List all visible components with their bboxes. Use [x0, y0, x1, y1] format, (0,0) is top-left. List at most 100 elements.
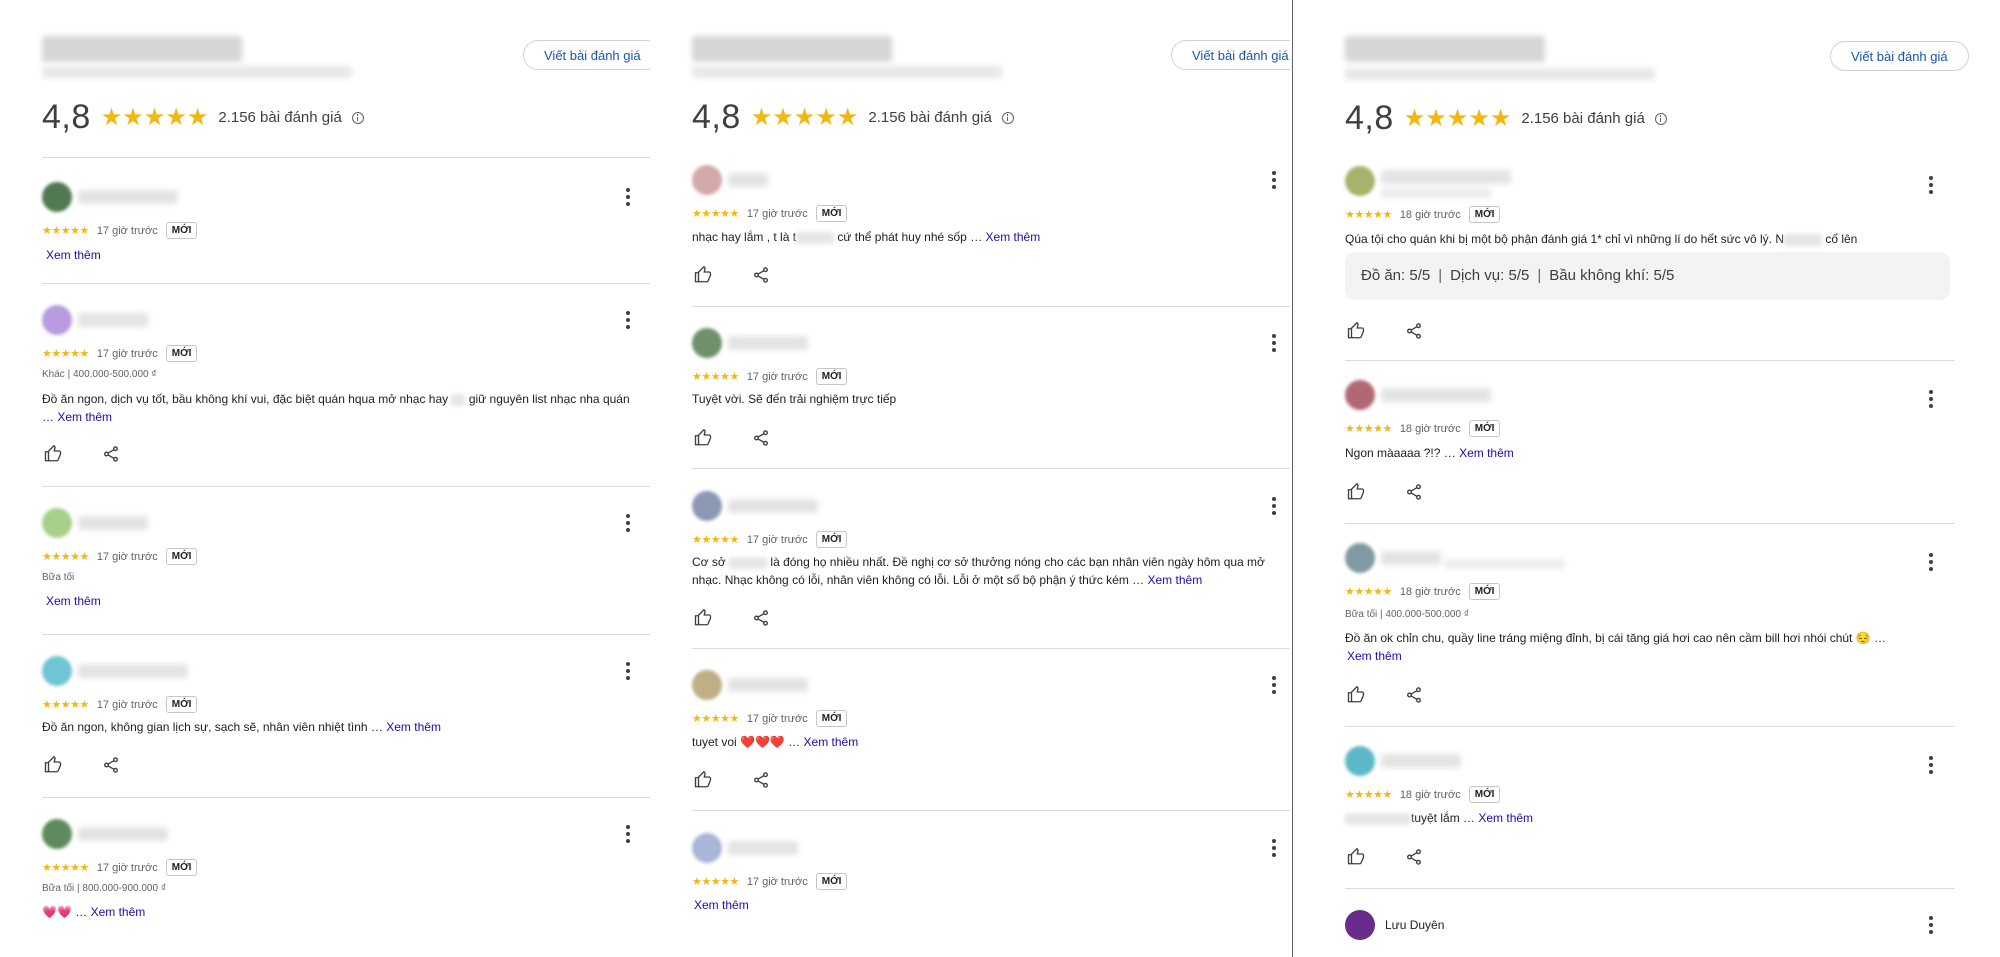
reviewer-name[interactable]: Lưu Duyên [1385, 918, 1444, 932]
review-tag: Bữa tối | 400.000-500.000 ₫ [1345, 609, 1469, 620]
reviewer-avatar[interactable] [692, 165, 722, 195]
like-icon[interactable] [1347, 322, 1365, 340]
review-item: ★★★★★ 17 giờ trước MỚI Tuyệt vời. Sẽ đến… [692, 328, 1290, 458]
more-options-icon[interactable] [626, 662, 630, 680]
reviewer-avatar[interactable] [1345, 380, 1375, 410]
more-options-icon[interactable] [626, 311, 630, 329]
like-icon[interactable] [1347, 483, 1365, 501]
like-icon[interactable] [694, 771, 712, 789]
more-options-icon[interactable] [1272, 334, 1276, 352]
reviewer-avatar[interactable] [692, 491, 722, 521]
more-options-icon[interactable] [1272, 839, 1276, 857]
new-badge: MỚI [815, 205, 848, 222]
info-icon[interactable] [1654, 112, 1667, 125]
review-item: ★★★★★ 18 giờ trước MỚI tuyệt lắm … Xem t… [1345, 746, 1955, 876]
review-text: Cơ sở là đóng họ nhiều nhất. Đề nghị cơ … [692, 555, 1265, 587]
more-options-icon[interactable] [626, 825, 630, 843]
more-options-icon[interactable] [1929, 756, 1933, 774]
like-icon[interactable] [1347, 686, 1365, 704]
info-icon[interactable] [351, 111, 364, 124]
reviewer-avatar[interactable] [1345, 166, 1375, 196]
share-icon[interactable] [752, 266, 770, 284]
see-more-link[interactable]: Xem thêm [804, 735, 859, 749]
review-item: ★★★★★ 17 giờ trước MỚI Khác | 400.000-50… [42, 305, 652, 475]
write-review-button[interactable]: Viết bài đánh giá [1830, 41, 1969, 71]
see-more-link[interactable]: Xem thêm [1347, 649, 1402, 663]
average-score: 4,8 [42, 98, 91, 136]
see-more-link[interactable]: Xem thêm [57, 410, 112, 424]
more-options-icon[interactable] [1929, 390, 1933, 408]
write-review-button[interactable]: Viết bài đánh giá [523, 40, 660, 70]
share-icon[interactable] [1405, 686, 1423, 704]
review-text: tuyệt lắm … Xem thêm [1345, 809, 1533, 827]
like-icon[interactable] [1347, 848, 1365, 866]
like-icon[interactable] [694, 609, 712, 627]
divider [1345, 726, 1955, 727]
review-stars: ★★★★★ [42, 862, 89, 874]
review-text: Đồ ăn ngon, không gian lịch sự, sạch sẽ,… [42, 720, 441, 734]
see-more-link[interactable]: Xem thêm [91, 905, 146, 919]
like-icon[interactable] [694, 266, 712, 284]
review-text: Đồ ăn ngon, dịch vụ tốt, bầu không khí v… [42, 392, 630, 424]
reviewer-avatar[interactable] [692, 670, 722, 700]
review-count: 2.156 bài đánh giá [218, 109, 342, 126]
reviewer-avatar[interactable] [42, 305, 72, 335]
see-more-link[interactable]: Xem thêm [1478, 811, 1533, 825]
food-rating: Đồ ăn: 5/5 [1361, 267, 1431, 284]
place-name-redacted [692, 36, 892, 62]
more-options-icon[interactable] [1929, 916, 1933, 934]
review-time: 18 giờ trước [1399, 788, 1461, 801]
reviewer-avatar[interactable] [42, 508, 72, 538]
see-more-link[interactable]: Xem thêm [694, 898, 749, 912]
reviewer-avatar[interactable] [1345, 543, 1375, 573]
reviewer-avatar[interactable] [1345, 910, 1375, 940]
divider [1345, 888, 1955, 889]
like-icon[interactable] [694, 429, 712, 447]
info-icon[interactable] [1001, 111, 1014, 124]
reviewer-avatar[interactable] [692, 328, 722, 358]
review-item: ★★★★★ 18 giờ trước MỚI Qúa tội cho quán … [1345, 166, 1955, 356]
divider [692, 810, 1290, 811]
divider [42, 797, 652, 798]
review-stars: ★★★★★ [692, 371, 739, 383]
write-review-button[interactable]: Viết bài đánh giá [1171, 40, 1290, 70]
reviewer-avatar[interactable] [692, 833, 722, 863]
new-badge: MỚI [1468, 420, 1501, 437]
more-options-icon[interactable] [1272, 497, 1276, 515]
reviewer-avatar[interactable] [42, 656, 72, 686]
reviewer-name-redacted [78, 664, 188, 678]
more-options-icon[interactable] [1929, 176, 1933, 194]
review-stars: ★★★★★ [42, 348, 89, 360]
like-icon[interactable] [44, 756, 62, 774]
review-item: ★★★★★ 17 giờ trước MỚI Xem thêm [692, 833, 1290, 943]
share-icon[interactable] [102, 445, 120, 463]
share-icon[interactable] [102, 756, 120, 774]
place-name-redacted [1345, 36, 1545, 62]
reviewer-avatar[interactable] [1345, 746, 1375, 776]
see-more-link[interactable]: Xem thêm [1459, 446, 1514, 460]
more-options-icon[interactable] [626, 188, 630, 206]
see-more-link[interactable]: Xem thêm [386, 720, 441, 734]
more-options-icon[interactable] [1272, 171, 1276, 189]
share-icon[interactable] [752, 771, 770, 789]
see-more-link[interactable]: Xem thêm [1148, 573, 1203, 587]
more-options-icon[interactable] [626, 514, 630, 532]
more-options-icon[interactable] [1272, 676, 1276, 694]
reviewer-avatar[interactable] [42, 819, 72, 849]
divider [42, 634, 652, 635]
share-icon[interactable] [1405, 322, 1423, 340]
review-time: 17 giờ trước [96, 347, 158, 360]
aspect-ratings: Đồ ăn: 5/5 | Dịch vụ: 5/5 | Bầu không khí: 5… [1345, 252, 1950, 300]
see-more-link[interactable]: Xem thêm [46, 594, 101, 608]
share-icon[interactable] [752, 429, 770, 447]
reviewer-avatar[interactable] [42, 182, 72, 212]
like-icon[interactable] [44, 445, 62, 463]
more-options-icon[interactable] [1929, 553, 1933, 571]
divider [42, 486, 652, 487]
review-item: ★★★★★ 18 giờ trước MỚI Ngon màaaaa ?!? …… [1345, 380, 1955, 510]
share-icon[interactable] [1405, 483, 1423, 501]
see-more-link[interactable]: Xem thêm [986, 230, 1041, 244]
share-icon[interactable] [752, 609, 770, 627]
share-icon[interactable] [1405, 848, 1423, 866]
see-more-link[interactable]: Xem thêm [46, 248, 101, 262]
